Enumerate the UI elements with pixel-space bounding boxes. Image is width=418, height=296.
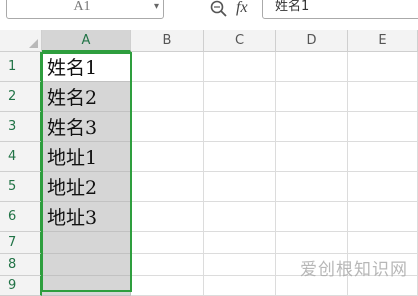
select-all-icon: [29, 39, 38, 48]
cell-a5[interactable]: 地址2: [42, 172, 131, 202]
column-header-c[interactable]: C: [204, 30, 276, 52]
column-header-d[interactable]: D: [276, 30, 348, 52]
cell-c4[interactable]: [204, 142, 276, 172]
watermark: 爱创根知识网: [300, 260, 408, 280]
row-header-1[interactable]: 1: [0, 52, 42, 82]
column-header-a[interactable]: A: [42, 30, 131, 52]
cell-b6[interactable]: [131, 202, 204, 232]
row-header-3[interactable]: 3: [0, 112, 42, 142]
cell-c1[interactable]: [204, 52, 276, 82]
select-all-corner[interactable]: [0, 30, 42, 52]
formula-bar: A1 ▾ fx 姓名1: [0, 0, 418, 31]
insert-function-button[interactable]: fx: [236, 0, 248, 18]
cell-e5[interactable]: [348, 172, 418, 202]
cell-value: 地址1: [47, 147, 98, 169]
cell-c6[interactable]: [204, 202, 276, 232]
cell-a8[interactable]: [42, 254, 131, 276]
cell-d7[interactable]: [276, 232, 348, 254]
cell-d2[interactable]: [276, 82, 348, 112]
name-box[interactable]: A1 ▾: [6, 0, 164, 19]
row-header-4[interactable]: 4: [0, 142, 42, 172]
chevron-down-icon[interactable]: ▾: [154, 0, 159, 17]
cell-d5[interactable]: [276, 172, 348, 202]
row-header-6[interactable]: 6: [0, 202, 42, 232]
cell-b7[interactable]: [131, 232, 204, 254]
column-header-b[interactable]: B: [131, 30, 204, 52]
cell-c3[interactable]: [204, 112, 276, 142]
cell-e1[interactable]: [348, 52, 418, 82]
cell-a2[interactable]: 姓名2: [42, 82, 131, 112]
cell-b4[interactable]: [131, 142, 204, 172]
row-header-7[interactable]: 7: [0, 232, 42, 254]
cell-a3[interactable]: 姓名3: [42, 112, 131, 142]
cell-value: 姓名2: [47, 87, 98, 109]
cell-a6[interactable]: 地址3: [42, 202, 131, 232]
cell-c2[interactable]: [204, 82, 276, 112]
row-header-2[interactable]: 2: [0, 82, 42, 112]
cell-c7[interactable]: [204, 232, 276, 254]
cell-d6[interactable]: [276, 202, 348, 232]
cell-d4[interactable]: [276, 142, 348, 172]
cell-value: 地址2: [47, 177, 98, 199]
column-header-e[interactable]: E: [348, 30, 418, 52]
cell-value: 姓名1: [47, 57, 98, 79]
cell-c5[interactable]: [204, 172, 276, 202]
cell-value: 地址3: [47, 207, 98, 229]
cell-b9[interactable]: [131, 276, 204, 296]
cell-e3[interactable]: [348, 112, 418, 142]
zoom-icon[interactable]: [209, 0, 231, 18]
row-header-8[interactable]: 8: [0, 254, 42, 276]
formula-input[interactable]: 姓名1: [262, 0, 418, 19]
cell-b2[interactable]: [131, 82, 204, 112]
cell-d1[interactable]: [276, 52, 348, 82]
cell-b8[interactable]: [131, 254, 204, 276]
cell-e2[interactable]: [348, 82, 418, 112]
cell-a7[interactable]: [42, 232, 131, 254]
cell-a9[interactable]: [42, 276, 131, 296]
row-header-5[interactable]: 5: [0, 172, 42, 202]
cell-a4[interactable]: 地址1: [42, 142, 131, 172]
cell-value: 姓名3: [47, 117, 98, 139]
cell-c9[interactable]: [204, 276, 276, 296]
row-header-9[interactable]: 9: [0, 276, 42, 296]
cell-a1[interactable]: 姓名1: [42, 52, 131, 82]
name-box-value: A1: [73, 0, 91, 14]
cell-e7[interactable]: [348, 232, 418, 254]
cell-c8[interactable]: [204, 254, 276, 276]
cell-e6[interactable]: [348, 202, 418, 232]
cell-e4[interactable]: [348, 142, 418, 172]
cell-b1[interactable]: [131, 52, 204, 82]
cell-b3[interactable]: [131, 112, 204, 142]
cell-d3[interactable]: [276, 112, 348, 142]
cell-b5[interactable]: [131, 172, 204, 202]
